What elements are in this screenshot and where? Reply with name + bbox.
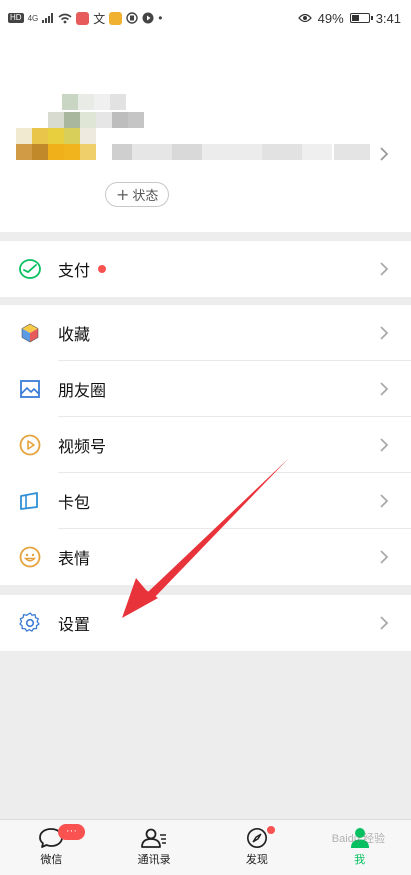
tab-label: 通讯录 xyxy=(137,853,171,866)
contacts-icon xyxy=(141,828,167,848)
discover-notification-dot xyxy=(266,826,275,834)
tab-label: 我 xyxy=(354,853,366,866)
baidu-watermark: Baidu 经验 xyxy=(331,833,385,845)
clock: 3:41 xyxy=(375,10,401,26)
menu-item-label: 视频号 xyxy=(58,437,107,456)
menu-item-label: 表情 xyxy=(58,549,91,568)
add-status-label: 状态 xyxy=(132,189,159,204)
app-notification-icon-2 xyxy=(109,11,123,25)
menu-item-label: 设置 xyxy=(58,615,91,634)
menu-item-label: 收藏 xyxy=(58,325,91,344)
hd-indicator: HD xyxy=(8,13,24,23)
menu-item-moments[interactable]: 朋友圈 xyxy=(0,361,411,417)
chevron-right-icon xyxy=(380,616,389,630)
chevron-right-icon xyxy=(380,550,389,564)
shield-notification-icon xyxy=(126,12,138,24)
status-right: 49% 3:41 xyxy=(297,10,401,26)
menu-item-label: 支付 xyxy=(58,261,91,280)
chevron-right-icon xyxy=(380,382,389,396)
blurred-avatar-and-name xyxy=(0,36,411,232)
more-notifications-dot: • xyxy=(158,11,163,25)
favorites-cube-icon xyxy=(18,321,42,345)
menu-item-favorites[interactable]: 收藏 xyxy=(0,305,411,361)
discover-compass-icon xyxy=(246,828,267,848)
chevron-right-icon xyxy=(380,438,389,452)
plus-icon: + xyxy=(116,184,130,204)
battery-percent: 49% xyxy=(317,10,344,26)
menu-item-label: 卡包 xyxy=(58,493,91,512)
profile-card[interactable]: + 状态 xyxy=(0,36,411,232)
app-notification-icon xyxy=(76,11,90,25)
chevron-right-icon xyxy=(380,494,389,508)
signal-icon xyxy=(42,13,54,23)
pay-notification-dot xyxy=(98,265,107,273)
tab-label: 发现 xyxy=(245,853,268,866)
channels-play-icon xyxy=(18,433,42,457)
profile-chevron-right-icon xyxy=(380,147,389,161)
battery-icon xyxy=(349,13,373,23)
menu-item-card-wallet[interactable]: 卡包 xyxy=(0,473,411,529)
tab-chats[interactable]: ··· 微信 xyxy=(0,820,103,875)
status-bar: HD 4G 文 • 49% 3:41 xyxy=(0,0,411,36)
menu-item-pay[interactable]: 支付 xyxy=(0,241,411,297)
wen-notification-icon: 文 xyxy=(93,11,106,26)
chevron-right-icon xyxy=(380,326,389,340)
moments-image-icon xyxy=(18,377,42,401)
status-left-icons: HD 4G 文 • xyxy=(8,10,162,27)
settings-gear-icon xyxy=(18,611,42,635)
menu-item-stickers[interactable]: 表情 xyxy=(0,529,411,585)
menu-item-channels[interactable]: 视频号 xyxy=(0,417,411,473)
card-wallet-icon xyxy=(18,489,42,513)
chevron-right-icon xyxy=(380,262,389,276)
pay-group: 支付 xyxy=(0,241,411,297)
network-type: 4G xyxy=(27,13,39,23)
bottom-tab-bar: ··· 微信 通讯录 发现 我 Baidu 经验 xyxy=(0,819,411,875)
services-group: 收藏 朋友圈 视频号 卡包 表情 xyxy=(0,305,411,585)
menu-item-label: 朋友圈 xyxy=(58,381,107,400)
tab-contacts[interactable]: 通讯录 xyxy=(103,820,206,875)
menu-item-settings[interactable]: 设置 xyxy=(0,595,411,651)
sticker-smile-icon xyxy=(18,545,42,569)
tab-me[interactable]: 我 Baidu 经验 xyxy=(308,820,411,875)
play-notification-icon xyxy=(142,12,154,24)
tab-discover[interactable]: 发现 xyxy=(206,820,309,875)
wifi-icon xyxy=(58,13,72,23)
eye-comfort-icon xyxy=(297,13,312,23)
pay-icon xyxy=(18,257,42,281)
add-status-button[interactable]: + 状态 xyxy=(105,182,170,207)
settings-group: 设置 xyxy=(0,595,411,651)
tab-label: 微信 xyxy=(40,853,63,866)
unread-badge: ··· xyxy=(58,824,85,840)
